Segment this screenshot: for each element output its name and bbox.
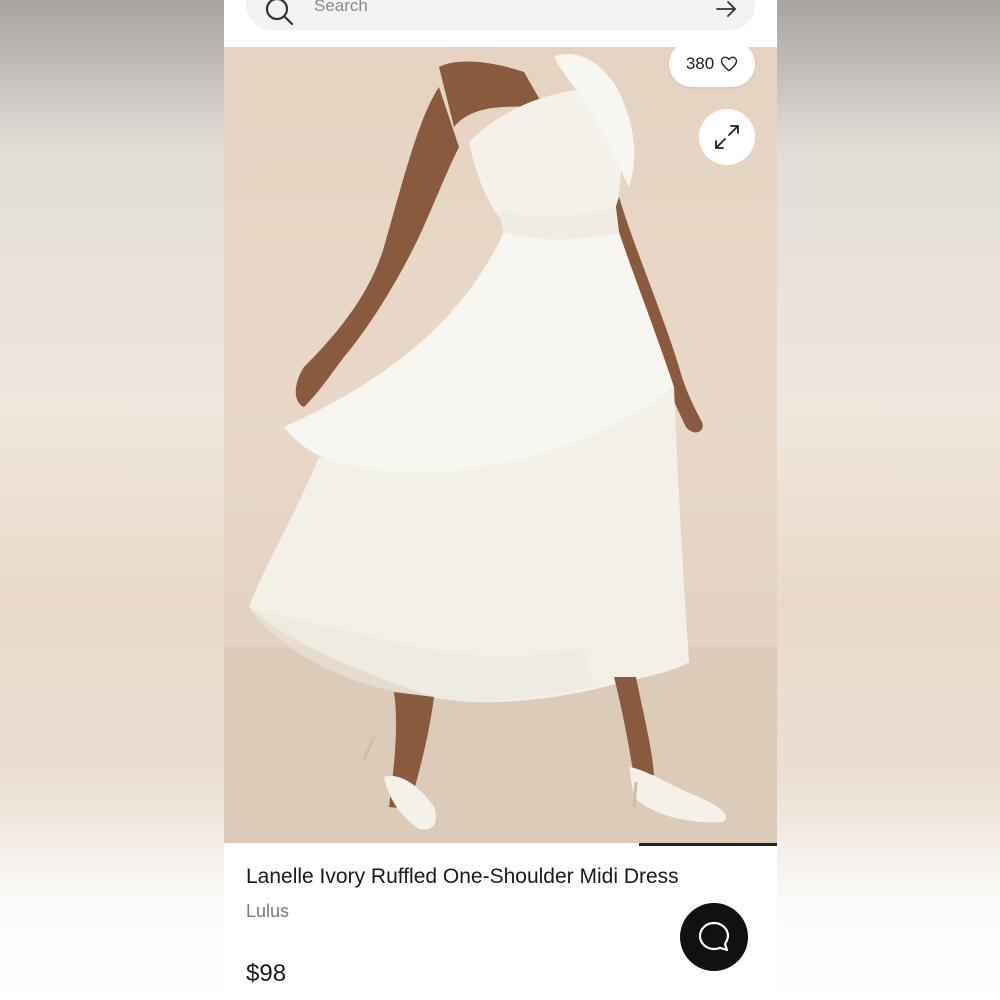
search-bar[interactable]: Search	[246, 0, 755, 30]
search-icon	[265, 0, 294, 26]
gallery-progress	[224, 843, 777, 846]
arrow-right-icon[interactable]	[715, 0, 737, 20]
product-price: $98	[246, 960, 287, 987]
like-button[interactable]: 380	[669, 47, 755, 87]
product-image[interactable]: 380	[224, 47, 777, 845]
like-count: 380	[685, 54, 715, 73]
app-screen: Search 380 Lanelle Ivory Ruffled One-Sho…	[224, 0, 777, 1000]
expand-button[interactable]	[699, 109, 755, 165]
search-placeholder: Search	[314, 0, 368, 15]
background-blur-left	[0, 0, 224, 1000]
product-brand[interactable]: Lulus	[246, 901, 289, 922]
expand-icon	[715, 125, 739, 149]
product-title: Lanelle Ivory Ruffled One-Shoulder Midi …	[246, 865, 679, 888]
gallery-progress-fill	[638, 843, 777, 846]
heart-icon	[721, 56, 738, 72]
model-photo	[224, 53, 777, 845]
chat-button[interactable]	[680, 903, 748, 971]
chat-icon	[698, 921, 730, 952]
background-blur-right	[777, 0, 1000, 1000]
